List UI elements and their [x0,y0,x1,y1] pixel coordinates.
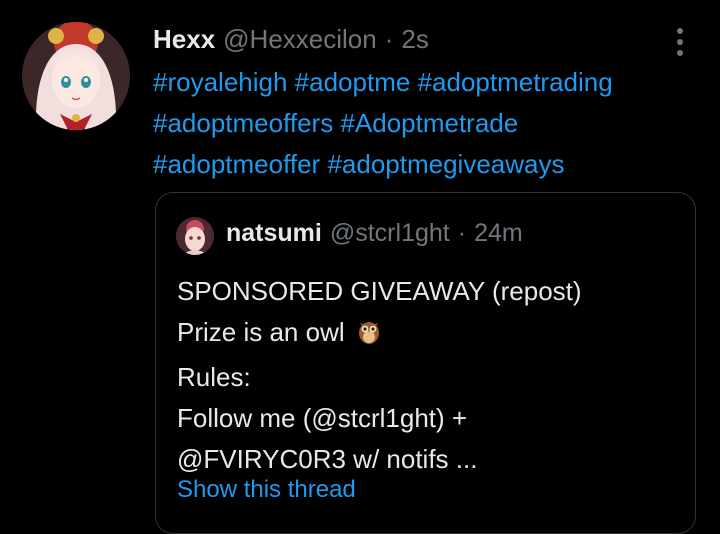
hashtag-link[interactable]: #adoptmeoffers [153,108,333,138]
tweet-header: Hexx @Hexxecilon · 2s [153,24,429,58]
quoted-text-segment: Prize is an owl [177,317,345,347]
timestamp[interactable]: 2s [401,24,428,55]
more-dot [677,50,683,56]
hashtag-link[interactable]: #adoptmetrading [418,67,613,97]
more-dot [677,39,683,45]
quoted-text-line: @FVIRYC0R3 w/ notifs ... [177,444,478,474]
quoted-text-line: SPONSORED GIVEAWAY (repost) [177,276,582,306]
hashtag-link[interactable]: #Adoptmetrade [340,108,518,138]
tweet-text-line: #royalehigh #adoptme #adoptmetrading [153,62,708,103]
quoted-text: SPONSORED GIVEAWAY (repost) Prize is an … [177,271,677,480]
quoted-text-line: Follow me (@stcrl1ght) + [177,403,468,433]
quoted-display-name[interactable]: natsumi [226,219,322,248]
hashtag-link[interactable]: #adoptmeoffer [153,149,320,179]
quoted-text-line: Prize is an owl [177,312,677,357]
tweet-text-line: #adoptmeoffers #Adoptmetrade [153,103,708,144]
quoted-tweet[interactable]: natsumi @stcrl1ght · 24m SPONSORED GIVEA… [155,192,696,534]
quoted-text-line: Rules: [177,362,251,392]
more-dot [677,28,683,34]
tweet[interactable]: Hexx @Hexxecilon · 2s #royalehigh #adopt… [0,0,720,534]
hashtag-link[interactable]: #adoptmegiveaways [327,149,564,179]
show-thread-link[interactable]: Show this thread [177,476,356,504]
tweet-text-line: #adoptmeoffer #adoptmegiveaways [153,144,708,185]
owl-emoji-icon [357,316,381,357]
separator-dot: · [457,219,467,247]
quoted-avatar[interactable] [176,217,214,255]
quoted-avatar-icon [176,217,214,255]
quoted-user-handle[interactable]: @stcrl1ght [330,219,450,248]
hashtag-link[interactable]: #royalehigh [153,67,287,97]
quoted-timestamp[interactable]: 24m [474,219,523,248]
user-handle[interactable]: @Hexxecilon [223,24,377,55]
quoted-header: natsumi @stcrl1ght · 24m [226,219,523,248]
separator-dot: · [384,24,394,54]
more-options-icon[interactable] [668,26,692,58]
avatar[interactable] [22,22,130,130]
display-name[interactable]: Hexx [153,24,215,55]
hashtag-link[interactable]: #adoptme [295,67,411,97]
avatar-anime-girl-icon [22,22,130,130]
tweet-text: #royalehigh #adoptme #adoptmetrading #ad… [153,62,708,185]
